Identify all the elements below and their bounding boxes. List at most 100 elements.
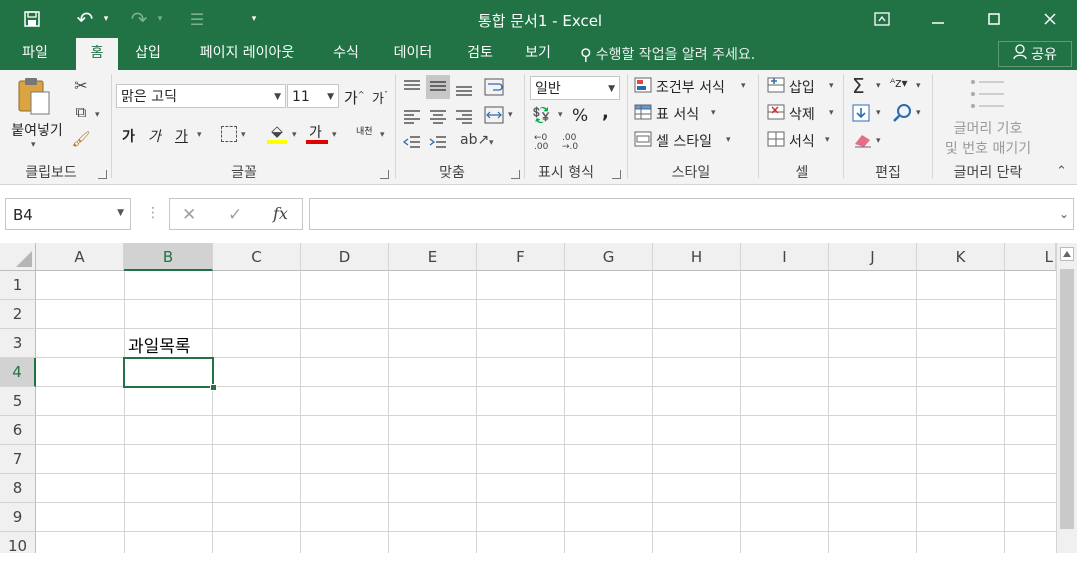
column-header-l[interactable]: L [1005, 243, 1056, 271]
format-painter-icon[interactable]: 🖌 [70, 130, 92, 148]
row-header-8[interactable]: 8 [0, 474, 36, 503]
fill-dropdown-icon[interactable]: ▾ [876, 108, 881, 118]
row-header-6[interactable]: 6 [0, 416, 36, 445]
name-box-dropdown-icon[interactable]: ▼ [117, 208, 124, 218]
merge-dropdown-icon[interactable]: ▾ [508, 110, 513, 120]
align-center-icon[interactable] [428, 108, 448, 127]
borders-icon[interactable] [221, 126, 237, 142]
comma-button[interactable]: , [602, 102, 609, 123]
scroll-up-button[interactable] [1060, 247, 1074, 261]
align-top-icon[interactable] [402, 78, 422, 97]
format-as-table-icon[interactable] [634, 104, 652, 123]
orientation-icon[interactable]: ab↗ [460, 132, 489, 148]
conditional-format-button[interactable]: 조건부 서식 [656, 77, 725, 97]
decrease-font-size-icon[interactable]: 가ˇ [372, 88, 388, 107]
copy-icon[interactable]: ⧉ [70, 103, 92, 121]
tab-page-layout[interactable]: 페이지 레이아웃 [184, 38, 310, 70]
minimize-icon[interactable] [910, 0, 966, 38]
column-header-e[interactable]: E [389, 243, 477, 271]
format-as-table-button[interactable]: 표 서식 [656, 104, 699, 124]
delete-cells-dropdown-icon[interactable]: ▾ [829, 108, 834, 118]
autosum-icon[interactable]: Σ [852, 74, 865, 98]
fill-icon[interactable] [852, 104, 870, 125]
percent-button[interactable]: % [572, 106, 588, 126]
align-bottom-icon[interactable] [454, 82, 474, 101]
tab-home[interactable]: 홈 [76, 38, 118, 70]
insert-cells-dropdown-icon[interactable]: ▾ [829, 81, 834, 91]
font-size-combo[interactable]: 11 ▼ [287, 84, 339, 108]
underline-button[interactable]: 가 [175, 126, 188, 146]
phonetic-button[interactable]: 내천 [356, 124, 373, 137]
tab-review[interactable]: 검토 [456, 38, 504, 70]
column-header-a[interactable]: A [36, 243, 124, 271]
close-icon[interactable] [1022, 0, 1077, 38]
paste-button[interactable]: 붙여넣기 [6, 120, 68, 140]
number-launcher-icon[interactable] [612, 170, 621, 179]
number-format-combo[interactable]: 일반 ▼ [530, 76, 620, 100]
align-middle-icon[interactable] [426, 75, 450, 99]
scroll-thumb[interactable] [1060, 269, 1074, 529]
row-header-4[interactable]: 4 [0, 358, 36, 387]
bold-button[interactable]: 가 [122, 126, 135, 146]
column-header-c[interactable]: C [213, 243, 301, 271]
autosum-dropdown-icon[interactable]: ▾ [876, 81, 881, 91]
row-header-3[interactable]: 3 [0, 329, 36, 358]
font-launcher-icon[interactable] [380, 170, 389, 179]
alignment-launcher-icon[interactable] [511, 170, 520, 179]
increase-font-size-icon[interactable]: 가^ [344, 87, 365, 108]
font-color-button[interactable]: 가 [309, 122, 322, 142]
cell-b3[interactable]: 과일목록 [128, 332, 191, 357]
format-cells-icon[interactable] [767, 131, 785, 150]
row-header-9[interactable]: 9 [0, 503, 36, 532]
column-header-g[interactable]: G [565, 243, 653, 271]
paste-dropdown-icon[interactable]: ▾ [31, 140, 36, 150]
find-select-dropdown-icon[interactable]: ▾ [916, 108, 921, 118]
font-color-dropdown-icon[interactable]: ▾ [332, 130, 337, 140]
column-header-j[interactable]: J [829, 243, 917, 271]
cell-styles-icon[interactable] [634, 131, 652, 150]
underline-dropdown-icon[interactable]: ▾ [197, 130, 202, 140]
column-header-f[interactable]: F [477, 243, 565, 271]
row-header-1[interactable]: 1 [0, 271, 36, 300]
wrap-text-icon[interactable] [484, 78, 504, 99]
font-name-combo[interactable]: 맑은 고딕 ▼ [116, 84, 286, 108]
row-header-10[interactable]: 10 [0, 532, 36, 555]
delete-cells-button[interactable]: 삭제 [789, 104, 815, 124]
column-header-d[interactable]: D [301, 243, 389, 271]
orientation-dropdown-icon[interactable]: ▾ [489, 138, 494, 148]
currency-icon[interactable]: 💱 [532, 106, 551, 124]
expand-formula-icon[interactable]: ⌄ [1059, 207, 1069, 221]
column-header-i[interactable]: I [741, 243, 829, 271]
insert-cells-icon[interactable] [767, 77, 785, 96]
tab-view[interactable]: 보기 [514, 38, 562, 70]
currency-dropdown-icon[interactable]: ▾ [558, 110, 563, 120]
merge-center-icon[interactable] [484, 106, 504, 127]
copy-dropdown-icon[interactable]: ▾ [95, 110, 100, 120]
paste-icon[interactable] [16, 76, 56, 118]
clear-dropdown-icon[interactable]: ▾ [876, 136, 881, 146]
cell-styles-button[interactable]: 셀 스타일 [656, 131, 712, 151]
tab-file[interactable]: 파일 [6, 38, 64, 70]
column-header-b[interactable]: B [124, 243, 213, 271]
sort-filter-icon[interactable]: ᴬz▾ [890, 76, 908, 90]
fill-color-icon[interactable]: ⬙ [266, 122, 288, 140]
conditional-format-dropdown-icon[interactable]: ▾ [741, 81, 746, 91]
format-as-table-dropdown-icon[interactable]: ▾ [711, 108, 716, 118]
fill-handle[interactable] [210, 384, 217, 391]
ribbon-display-icon[interactable] [854, 0, 910, 38]
increase-indent-icon[interactable] [428, 134, 448, 153]
vertical-scrollbar[interactable] [1056, 243, 1077, 553]
format-cells-dropdown-icon[interactable]: ▾ [825, 135, 830, 145]
row-header-2[interactable]: 2 [0, 300, 36, 329]
decrease-indent-icon[interactable] [402, 134, 422, 153]
name-box[interactable]: B4 ▼ [5, 198, 131, 230]
borders-dropdown-icon[interactable]: ▾ [241, 130, 246, 140]
collapse-ribbon-icon[interactable]: ⌃ [1056, 164, 1067, 179]
tab-insert[interactable]: 삽입 [124, 38, 172, 70]
splitter-icon[interactable]: ⋮ [146, 205, 160, 221]
find-select-icon[interactable] [892, 103, 912, 126]
italic-button[interactable]: 가 [148, 126, 161, 146]
insert-cells-button[interactable]: 삽입 [789, 77, 815, 97]
tab-data[interactable]: 데이터 [382, 38, 444, 70]
tab-formulas[interactable]: 수식 [322, 38, 370, 70]
